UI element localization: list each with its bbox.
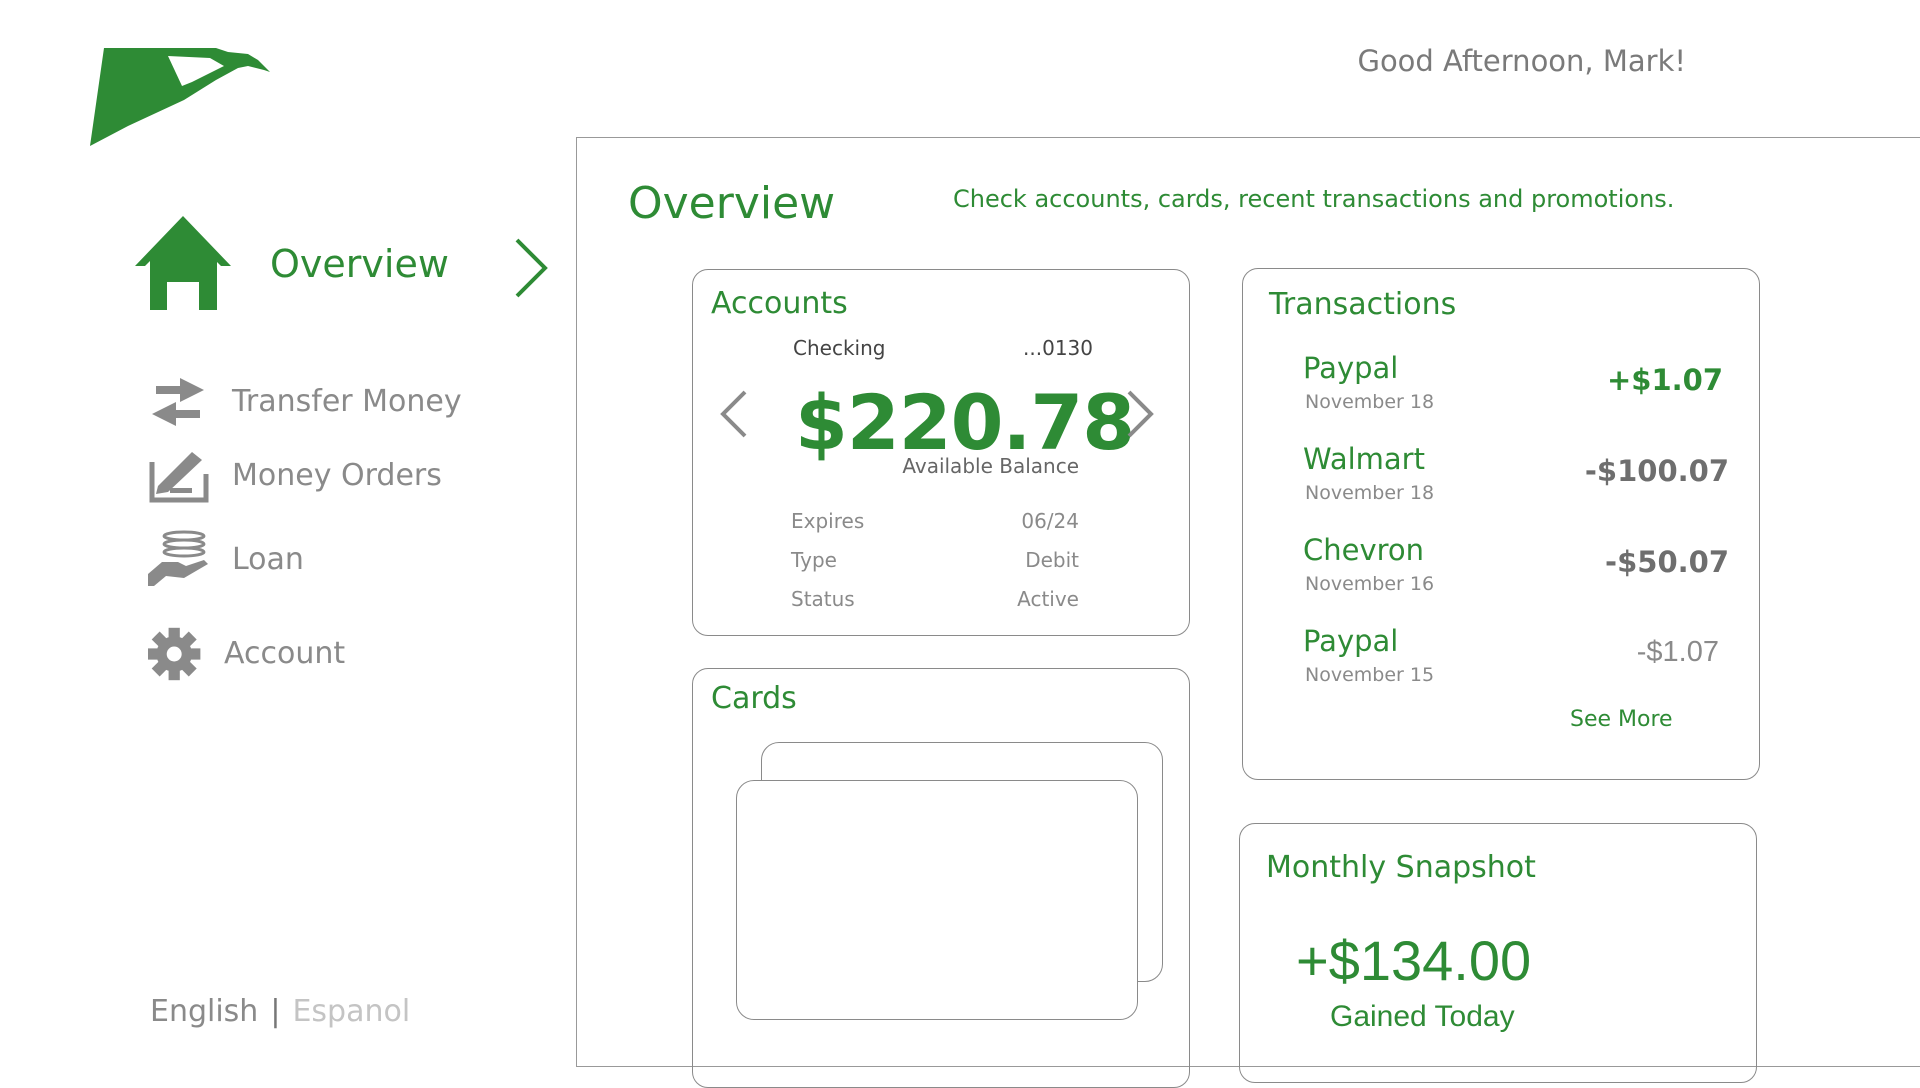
cards-title: Cards — [711, 681, 797, 716]
transaction-date: November 16 — [1305, 573, 1435, 595]
detail-value-expires: 06/24 — [1021, 509, 1079, 533]
detail-key-status: Status — [791, 587, 855, 611]
detail-value-status: Active — [1017, 587, 1079, 611]
language-espanol[interactable]: Espanol — [292, 994, 410, 1029]
detail-key-type: Type — [791, 548, 837, 572]
transaction-amount: -$50.07 — [1605, 545, 1729, 579]
account-number: ...0130 — [1023, 336, 1093, 360]
see-more-link[interactable]: See More — [1570, 707, 1673, 732]
transaction-merchant: Chevron — [1303, 533, 1425, 567]
chevron-left-icon[interactable] — [719, 390, 749, 438]
sidebar-item-loan[interactable]: Loan — [148, 530, 508, 590]
page-subtitle: Check accounts, cards, recent transactio… — [953, 185, 1675, 213]
sidebar-item-transfer-money[interactable]: Transfer Money — [148, 372, 508, 432]
transaction-amount: +$1.07 — [1606, 363, 1723, 397]
card-front[interactable] — [736, 780, 1138, 1020]
transaction-date: November 18 — [1305, 391, 1435, 413]
transaction-merchant: Walmart — [1303, 442, 1425, 476]
sidebar-item-label: Money Orders — [232, 458, 442, 493]
home-icon — [135, 216, 231, 310]
detail-key-expires: Expires — [791, 509, 865, 533]
transaction-row[interactable]: Chevron November 16 -$50.07 — [1303, 533, 1729, 613]
language-switcher: English | Espanol — [150, 994, 410, 1029]
transaction-row[interactable]: Paypal November 15 -$1.07 — [1303, 624, 1723, 704]
sidebar-item-label: Loan — [232, 542, 304, 577]
language-english[interactable]: English — [150, 994, 258, 1029]
sidebar-item-account[interactable]: Account — [148, 624, 508, 684]
page-title: Overview — [628, 178, 836, 229]
sidebar-item-label: Account — [224, 636, 346, 671]
snapshot-title: Monthly Snapshot — [1266, 850, 1536, 885]
transaction-row[interactable]: Walmart November 18 -$100.07 — [1303, 442, 1729, 522]
account-type: Checking — [793, 336, 886, 360]
detail-value-type: Debit — [1025, 548, 1079, 572]
eagle-logo-icon[interactable] — [88, 46, 272, 146]
transfer-arrows-icon — [152, 378, 204, 426]
loan-hand-icon — [148, 530, 208, 586]
monthly-snapshot-card: Monthly Snapshot +$134.00 Gained Today — [1239, 823, 1757, 1083]
transaction-date: November 18 — [1305, 482, 1435, 504]
transaction-amount: -$1.07 — [1636, 636, 1719, 668]
language-separator: | — [270, 994, 281, 1029]
transaction-merchant: Paypal — [1303, 624, 1399, 658]
sidebar-item-overview[interactable]: Overview — [135, 212, 555, 312]
sidebar-item-label: Overview — [270, 242, 449, 286]
transaction-amount: -$100.07 — [1584, 454, 1729, 488]
sidebar-item-money-orders[interactable]: Money Orders — [148, 446, 508, 506]
transactions-title: Transactions — [1269, 287, 1457, 322]
chevron-right-icon[interactable] — [1125, 390, 1155, 438]
cards-card: Cards — [692, 668, 1190, 1088]
transactions-card: Transactions Paypal November 18 +$1.07 W… — [1242, 268, 1760, 780]
snapshot-amount: +$134.00 — [1296, 929, 1532, 992]
balance-label: Available Balance — [902, 454, 1079, 478]
transaction-merchant: Paypal — [1303, 351, 1399, 385]
money-order-icon — [149, 452, 209, 503]
accounts-card: Accounts Checking ...0130 $220.78 Availa… — [692, 269, 1190, 636]
snapshot-label: Gained Today — [1330, 1000, 1515, 1033]
greeting-text: Good Afternoon, Mark! — [1357, 44, 1686, 78]
accounts-title: Accounts — [711, 286, 848, 321]
gear-icon — [148, 627, 201, 681]
transaction-row[interactable]: Paypal November 18 +$1.07 — [1303, 351, 1723, 431]
transaction-date: November 15 — [1305, 664, 1435, 686]
chevron-right-icon — [515, 238, 548, 298]
sidebar-item-label: Transfer Money — [232, 384, 462, 419]
